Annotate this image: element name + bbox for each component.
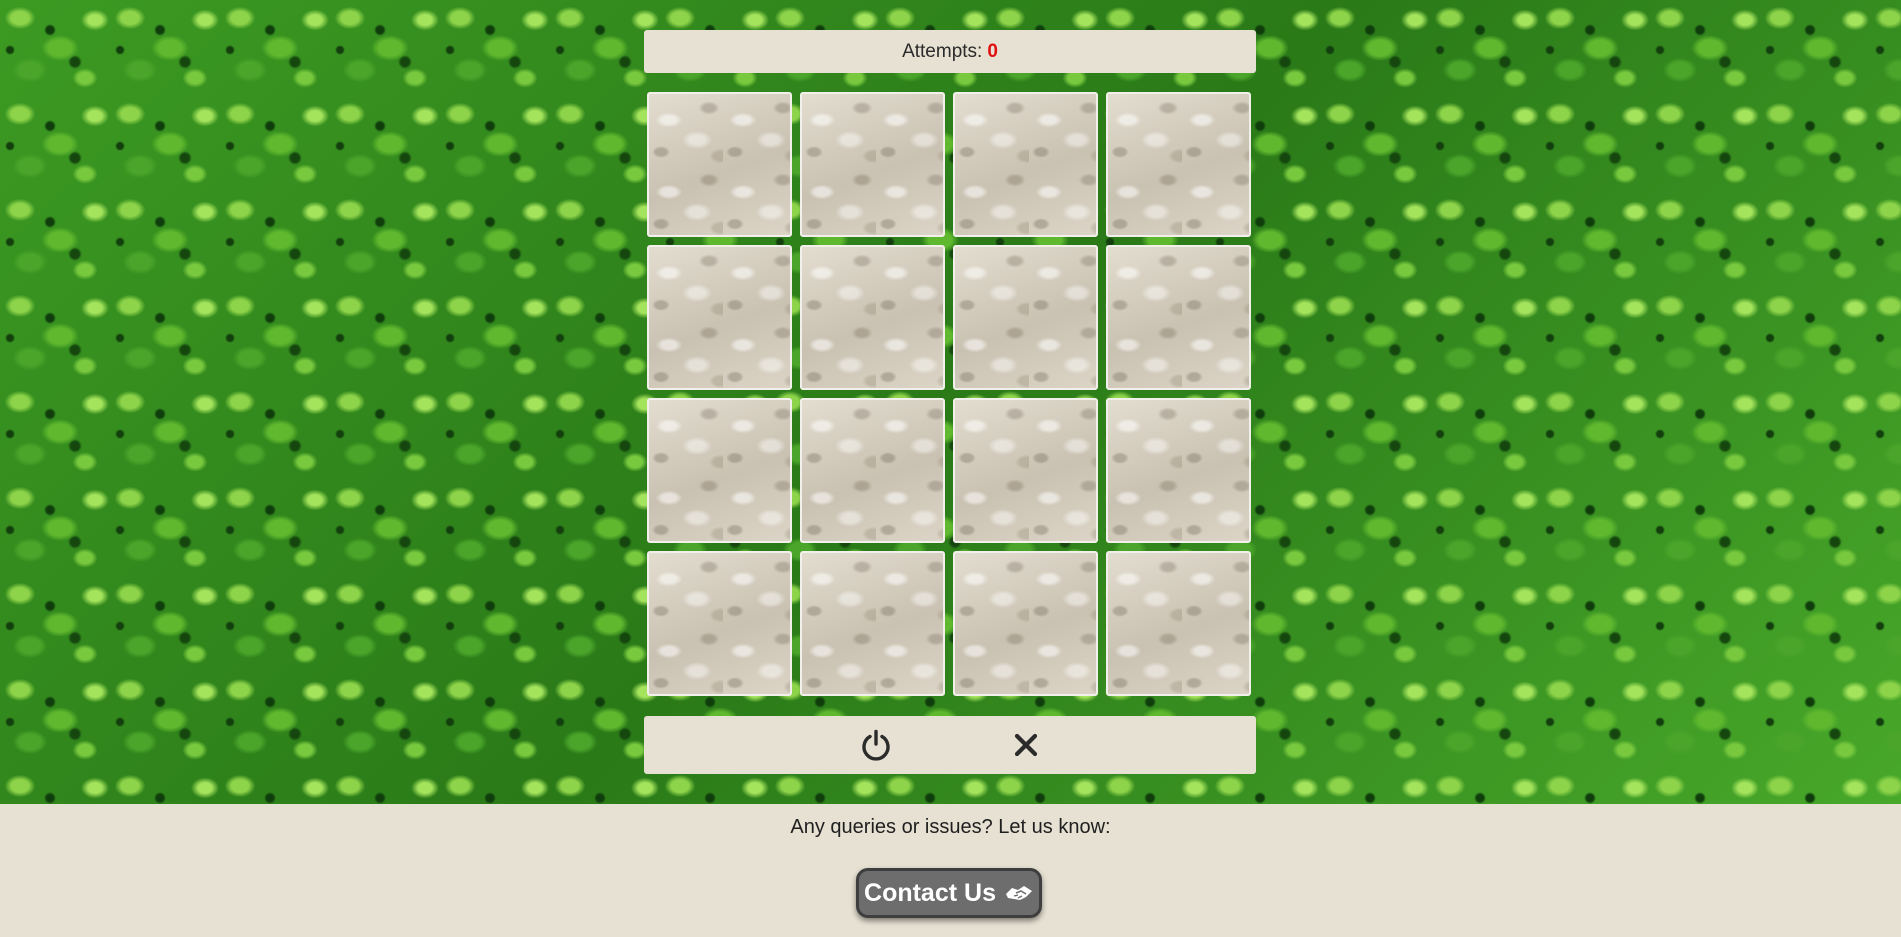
close-icon bbox=[1014, 733, 1038, 757]
memory-card[interactable] bbox=[953, 398, 1098, 543]
memory-card[interactable] bbox=[953, 245, 1098, 390]
memory-card[interactable] bbox=[647, 245, 792, 390]
attempts-label: Attempts: bbox=[902, 40, 983, 62]
controls-bar bbox=[644, 716, 1256, 774]
contact-us-button[interactable]: Contact Us bbox=[856, 868, 1042, 918]
memory-card[interactable] bbox=[1106, 551, 1251, 696]
memory-card[interactable] bbox=[647, 92, 792, 237]
handshake-icon bbox=[1005, 886, 1032, 900]
footer-prompt: Any queries or issues? Let us know: bbox=[790, 816, 1111, 838]
quit-button[interactable] bbox=[1009, 728, 1043, 762]
memory-card[interactable] bbox=[1106, 245, 1251, 390]
card-board bbox=[647, 92, 1253, 698]
memory-card[interactable] bbox=[800, 551, 945, 696]
memory-card[interactable] bbox=[953, 92, 1098, 237]
memory-card[interactable] bbox=[1106, 398, 1251, 543]
memory-card[interactable] bbox=[800, 398, 945, 543]
memory-card[interactable] bbox=[647, 398, 792, 543]
footer: Any queries or issues? Let us know: Cont… bbox=[0, 804, 1901, 937]
attempts-bar: Attempts: 0 bbox=[644, 30, 1256, 73]
memory-card[interactable] bbox=[647, 551, 792, 696]
memory-card[interactable] bbox=[800, 92, 945, 237]
memory-card[interactable] bbox=[1106, 92, 1251, 237]
memory-card[interactable] bbox=[800, 245, 945, 390]
restart-button[interactable] bbox=[859, 728, 893, 762]
attempts-count: 0 bbox=[987, 40, 998, 62]
memory-card[interactable] bbox=[953, 551, 1098, 696]
contact-us-label: Contact Us bbox=[864, 878, 996, 907]
power-icon bbox=[862, 729, 890, 761]
